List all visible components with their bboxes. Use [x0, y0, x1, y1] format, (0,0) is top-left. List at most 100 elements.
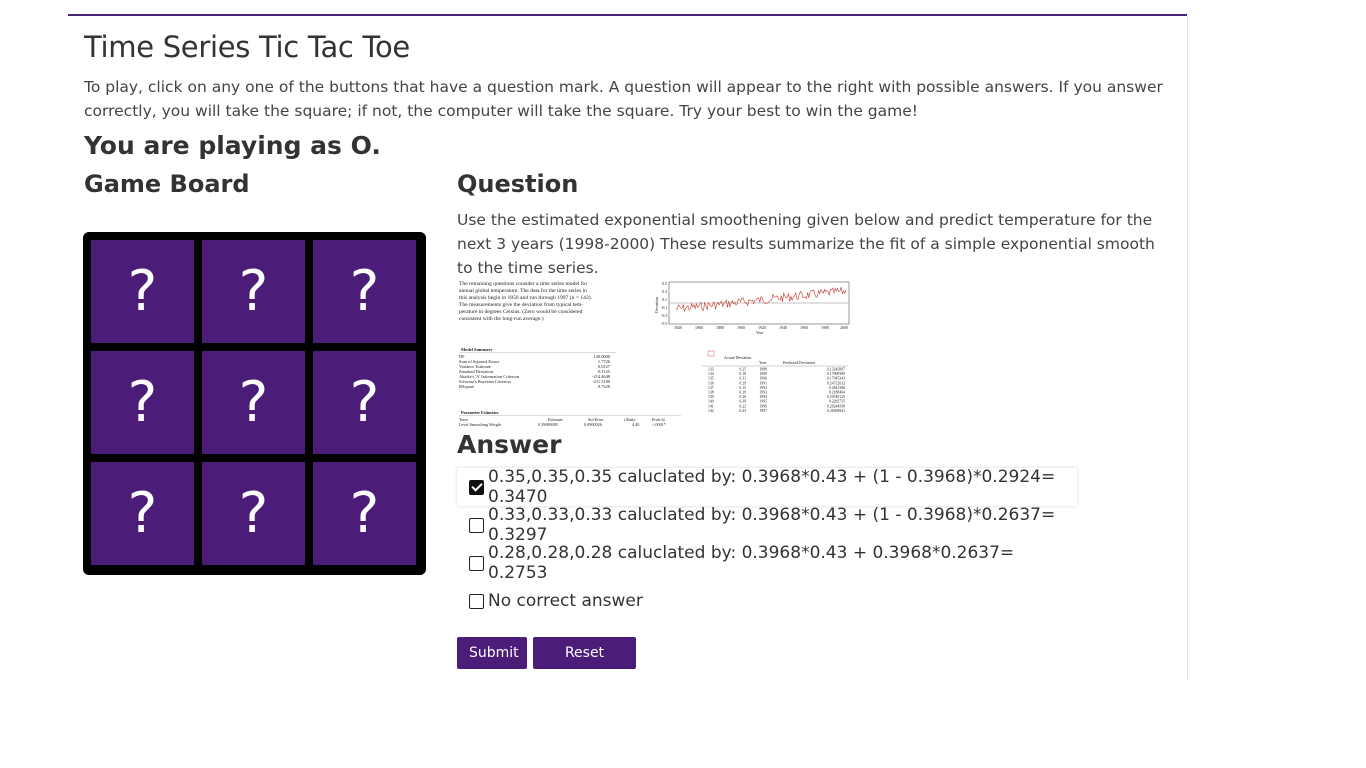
table-cell: 0.2641386 — [829, 386, 845, 390]
table-rows: 133 0.25 1988 0.13245007 134 0.18 1989 0.179093… — [708, 368, 845, 413]
table-cell: 0.24712632 — [827, 381, 845, 385]
board-cell[interactable]: ? — [313, 462, 416, 565]
table-cell: 0.13245007 — [827, 368, 845, 372]
answer-heading: Answer — [457, 430, 562, 459]
table-cell: 0.29 — [739, 381, 746, 385]
table-header: Year — [759, 360, 767, 365]
param-value: Level Smoothing Weight — [459, 422, 502, 427]
plot-xtick: 1860 — [695, 325, 703, 330]
intro-line: perature in degrees Celsius. (Zero would… — [459, 308, 583, 315]
board-cell[interactable]: ? — [202, 462, 305, 565]
page-title: Time Series Tic Tac Toe — [84, 30, 410, 64]
board-cell[interactable]: ? — [91, 351, 194, 454]
table-cell: 1994 — [759, 395, 767, 399]
answer-option[interactable]: 0.33,0.33,0.33 caluclated by: 0.3968*0.4… — [457, 505, 1077, 545]
table-cell: 141 — [708, 404, 714, 408]
plot-xtick: 1880 — [716, 325, 724, 330]
param-value: 4.40 — [632, 422, 639, 427]
table-cell: 0.22 — [739, 404, 746, 408]
table-cell: 1997 — [759, 409, 767, 413]
table-cell: 137 — [708, 386, 714, 390]
instructions: To play, click on any one of the buttons… — [84, 78, 1163, 120]
plot-ytick: -0.3 — [661, 313, 667, 318]
parameter-estimates: Parameter Estimates Term Estimate Std Er… — [459, 410, 681, 427]
table-cell: 140 — [708, 400, 714, 404]
board-cell[interactable]: ? — [91, 240, 194, 343]
table-cell: 1990 — [759, 377, 767, 381]
table-header: Predicted Deviation — [783, 360, 815, 365]
board-cell[interactable]: ? — [313, 351, 416, 454]
answer-option[interactable]: No correct answer — [457, 582, 1077, 620]
table-cell: 1995 — [759, 400, 767, 404]
table-cell: 0.26369941 — [827, 409, 845, 413]
answer-option-label: 0.33,0.33,0.33 caluclated by: 0.3968*0.4… — [488, 505, 1056, 545]
table-cell: 0.2282725 — [829, 400, 845, 404]
predictions-table: Actual Deviation Year Predicted Deviatio… — [702, 350, 848, 413]
table-cell: 133 — [708, 368, 714, 372]
top-rule — [68, 14, 1187, 16]
board-cell[interactable]: ? — [313, 240, 416, 343]
game-board: ? ? ? ? ? ? ? ? ? — [83, 232, 426, 575]
param-value: 0.0900926 — [584, 422, 602, 427]
table-cell: 0.17945343 — [827, 377, 845, 381]
table-cell: 0.39 — [739, 400, 746, 404]
table-cell: 1996 — [759, 404, 767, 408]
plot-ytick: -0.5 — [661, 321, 667, 326]
reset-game-button[interactable]: Reset Game — [533, 637, 636, 693]
table-cell: 0.15 — [739, 386, 746, 390]
board-cell[interactable]: ? — [202, 240, 305, 343]
checkbox-empty-icon[interactable] — [469, 593, 484, 609]
table-cell: 1992 — [759, 386, 767, 390]
answer-option[interactable]: 0.35,0.35,0.35 caluclated by: 0.3968*0.4… — [457, 467, 1077, 507]
deviation-plot: 0.5 0.3 0.1 -0.1 -0.3 -0.5 1840 1860 188… — [654, 281, 850, 335]
question-text: Use the estimated exponential smoothenin… — [457, 211, 1155, 277]
table-cell: 142 — [708, 409, 714, 413]
plot-xtick: 2000 — [840, 325, 848, 330]
model-summary-value: 0.7328 — [598, 384, 611, 389]
plot-xtick: 1940 — [779, 325, 787, 330]
plot-ytick: 0.5 — [662, 281, 667, 286]
table-cell: 0.2188464 — [829, 391, 845, 395]
table-cell: 0.26 — [739, 395, 746, 399]
parameter-estimates-title: Parameter Estimates — [461, 410, 499, 415]
submit-button[interactable]: Submit — [457, 637, 527, 669]
table-cell: 135 — [708, 377, 714, 381]
table-cell: 0.17909389 — [827, 372, 845, 376]
checkbox-empty-icon[interactable] — [469, 517, 484, 533]
table-cell: 0.29244598 — [827, 404, 845, 408]
table-cell: 0.19 — [739, 391, 746, 395]
checkbox-empty-icon[interactable] — [469, 555, 484, 571]
param-value: <.0001* — [652, 422, 666, 427]
table-cell: 136 — [708, 381, 714, 385]
intro-line: The measurements give the deviation from… — [459, 301, 583, 308]
image-intro-text: The remaining questions consider a time … — [459, 280, 593, 322]
answer-option-label: 0.35,0.35,0.35 caluclated by: 0.3968*0.4… — [488, 467, 1056, 507]
checkbox-checked-icon[interactable] — [469, 479, 484, 495]
right-rule — [1187, 16, 1188, 681]
intro-line: The remaining questions consider a time … — [459, 280, 587, 287]
answer-option-label: No correct answer — [488, 591, 643, 611]
table-cell: 0.20740125 — [827, 395, 845, 399]
table-header: Actual Deviation — [724, 355, 751, 360]
param-value: 0.39680005 — [538, 422, 558, 427]
plot-ytick: 0.3 — [662, 289, 667, 294]
table-cell: 0.18 — [739, 372, 746, 376]
model-summary: Model Summary DF 140.0000 Sum of Squared… — [459, 347, 616, 389]
table-cell: 0.31 — [739, 377, 746, 381]
intro-line: annual global temperature. The data for … — [459, 287, 587, 294]
table-menu-icon — [707, 350, 715, 357]
board-cell[interactable]: ? — [202, 351, 305, 454]
model-summary-label: RSquare — [459, 384, 474, 389]
table-cell: 139 — [708, 395, 714, 399]
plot-ytick: 0.1 — [662, 297, 667, 302]
board-cell[interactable]: ? — [91, 462, 194, 565]
table-cell: 1991 — [759, 381, 767, 385]
table-cell: 134 — [708, 372, 714, 376]
intro-line: this analysis begin in 1856 and run thro… — [459, 294, 593, 301]
table-cell: 1993 — [759, 391, 767, 395]
plot-ytick: -0.1 — [661, 305, 667, 310]
model-summary-title: Model Summary — [461, 347, 493, 352]
intro-line: consistent with the long-run average.) — [459, 315, 544, 322]
answer-option[interactable]: 0.28,0.28,0.28 caluclated by: 0.3968*0.4… — [457, 543, 1077, 583]
playing-as: You are playing as O. — [84, 131, 381, 160]
